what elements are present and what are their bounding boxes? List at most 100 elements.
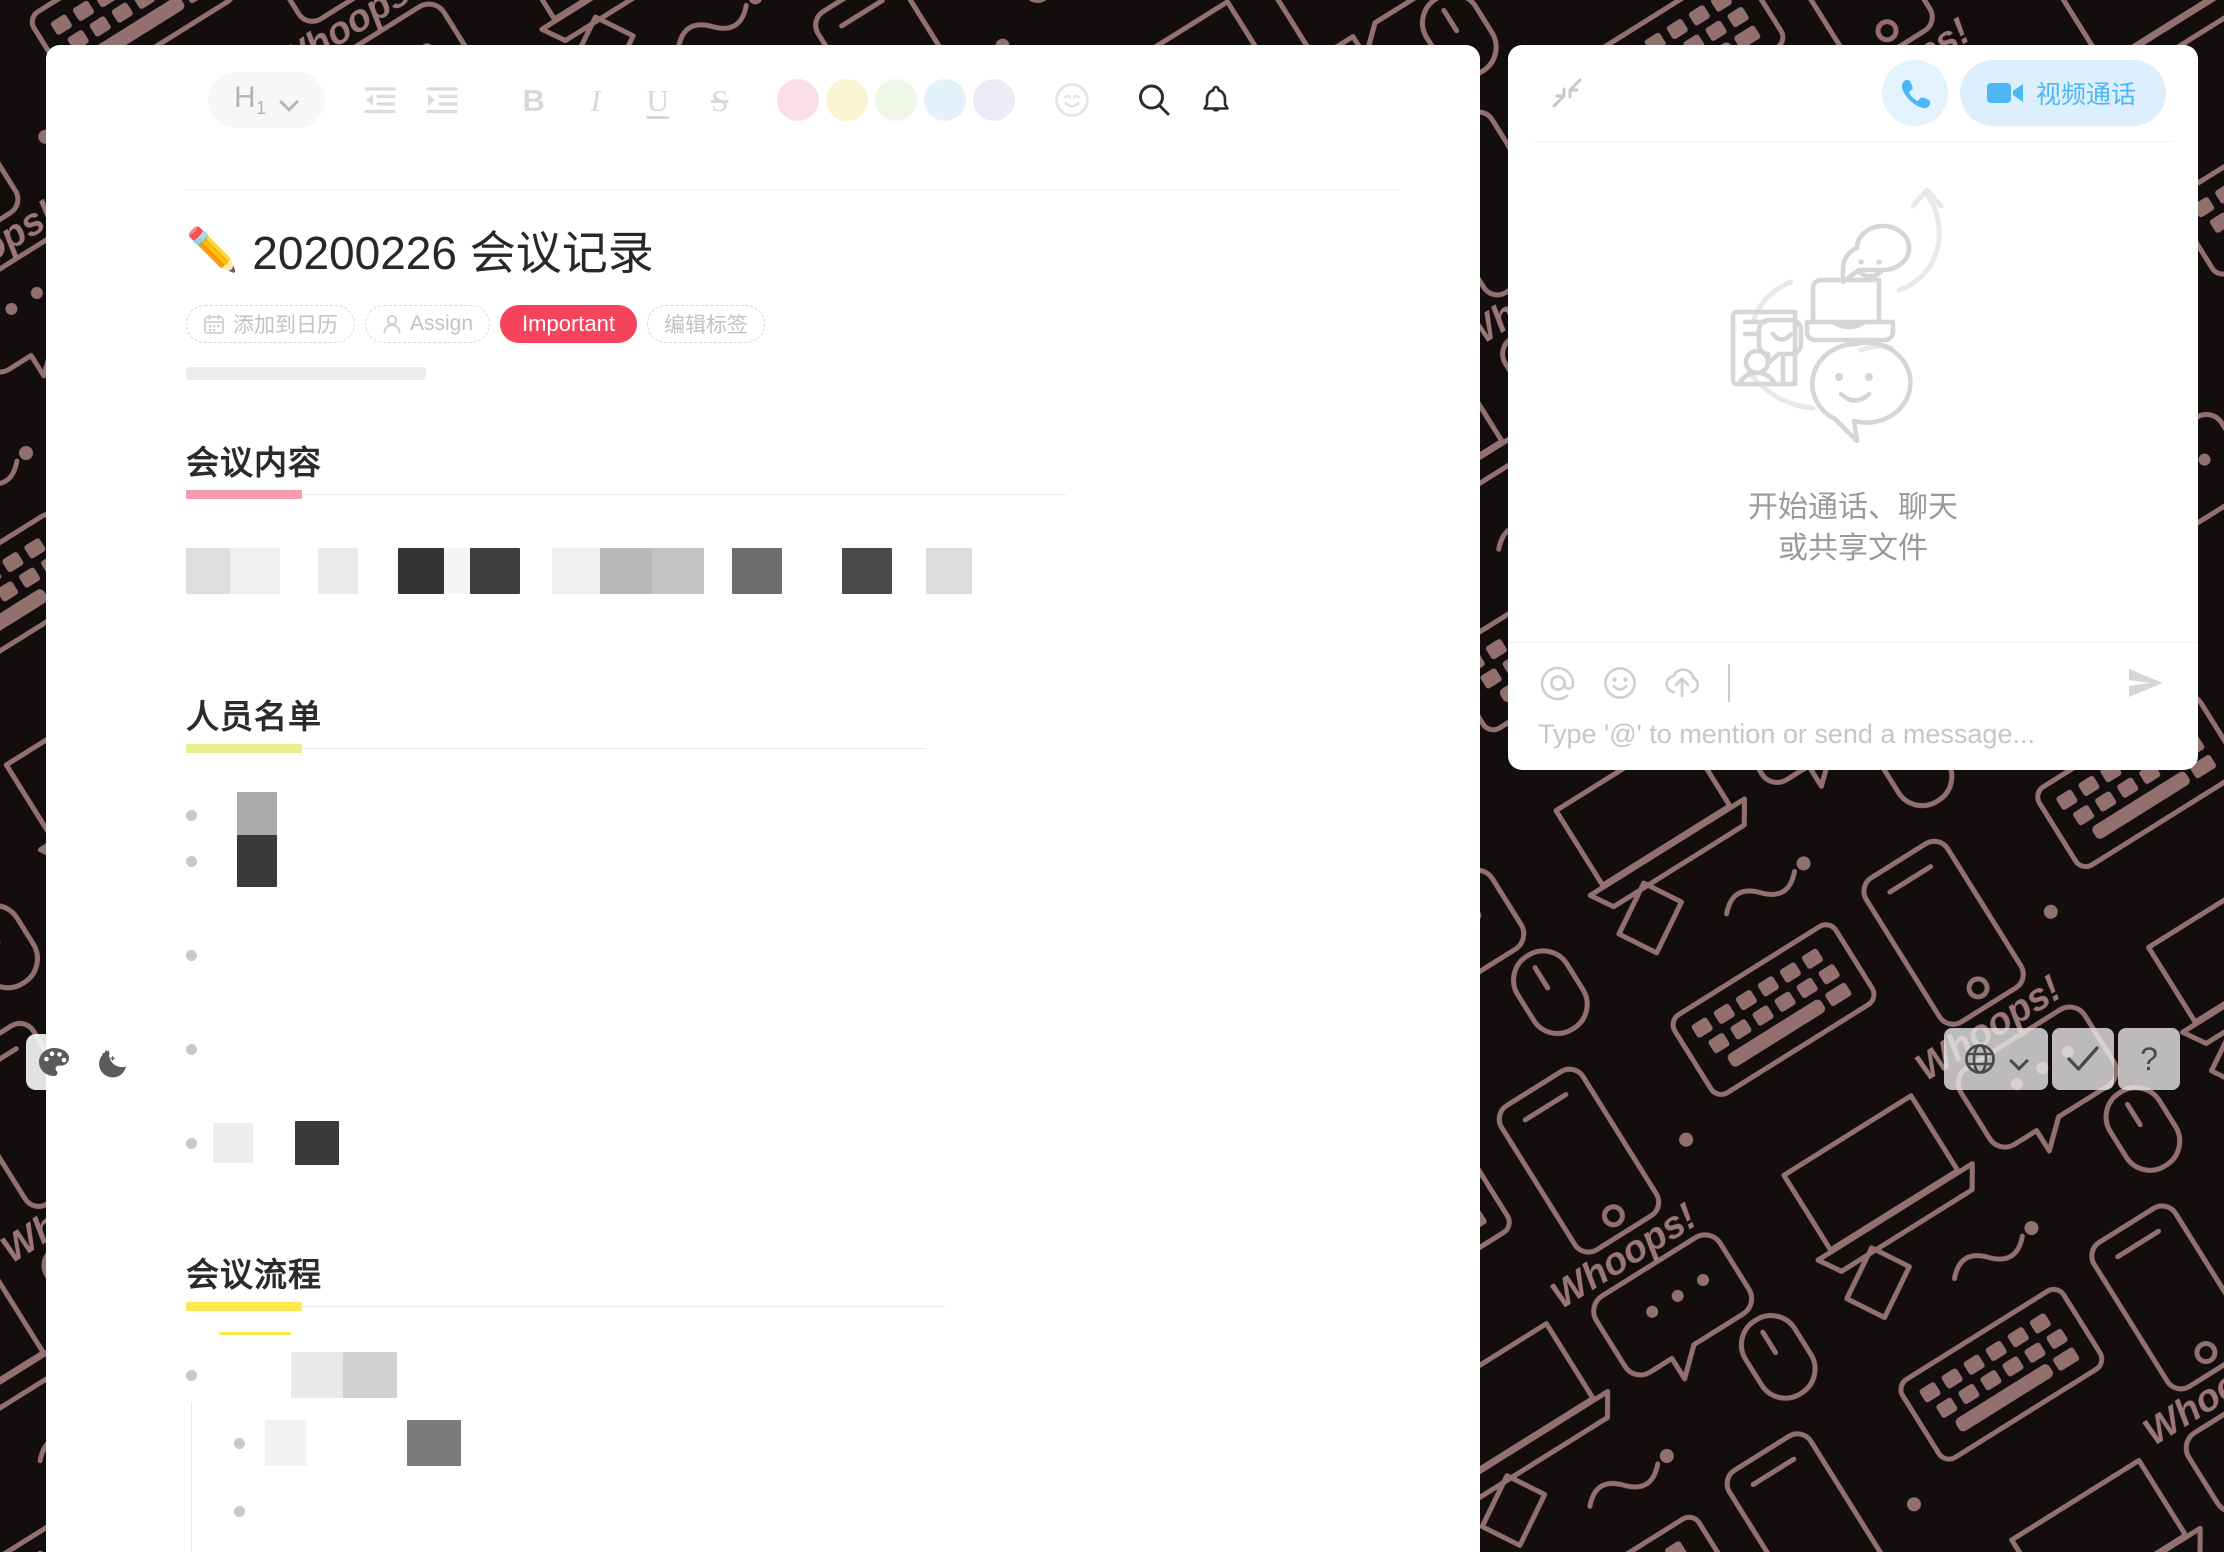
bold-button[interactable]: B: [503, 69, 565, 131]
person-icon: [383, 314, 401, 334]
edit-tags-label: 编辑标签: [663, 314, 748, 337]
redacted-subtitle-bar: [186, 367, 426, 380]
highlight-swatch-purple[interactable]: [972, 79, 1015, 121]
bullet-icon: [234, 1505, 245, 1517]
list-item[interactable]: [186, 932, 1480, 978]
highlight-swatch-yellow[interactable]: [825, 79, 868, 121]
redacted-block: [291, 1352, 343, 1398]
italic-label: I: [590, 82, 601, 118]
section-heading-attendee-list: 人员名单: [186, 698, 322, 735]
indent-button[interactable]: [411, 69, 473, 131]
dark-mode-button[interactable]: [86, 1034, 142, 1090]
outdent-button[interactable]: [349, 69, 411, 131]
video-call-button[interactable]: 视频通话: [1959, 59, 2166, 126]
mention-button[interactable]: [1538, 663, 1578, 703]
underline-button[interactable]: U: [627, 69, 689, 131]
tag-row: 添加到日历 Assign Important 编辑标签: [186, 305, 1480, 343]
highlight-swatch-pink[interactable]: [776, 79, 819, 121]
heading-level-selector[interactable]: H1: [208, 72, 325, 128]
add-to-calendar-label: 添加到日历: [233, 314, 338, 337]
section-highlight-yellow: [186, 1302, 302, 1311]
redacted-block: [237, 792, 277, 838]
emoji-button[interactable]: [1600, 663, 1640, 703]
emoji-button[interactable]: [1041, 69, 1103, 131]
document-body[interactable]: ✏️ 20200226 会议记录 添加到日历 Assign Important …: [46, 155, 1480, 1552]
chat-input-toolbar: [1538, 661, 2168, 705]
list-item[interactable]: [186, 792, 1480, 838]
audio-call-button[interactable]: [1881, 59, 1948, 126]
search-button[interactable]: [1123, 69, 1185, 131]
collapse-panel-button[interactable]: [1544, 70, 1590, 116]
agenda-bullet-list: [186, 1332, 1480, 1552]
add-to-calendar-tag[interactable]: 添加到日历: [186, 305, 355, 343]
highlight-swatch-green[interactable]: [874, 79, 917, 121]
search-icon: [1138, 84, 1170, 116]
section-highlight-lime: [186, 744, 302, 753]
section-meeting-agenda: 会议流程: [186, 1248, 1480, 1552]
redacted-block: [265, 1420, 307, 1466]
redacted-block: [444, 548, 470, 594]
strikethrough-button[interactable]: S: [689, 69, 751, 131]
page-title[interactable]: ✏️ 20200226 会议记录: [186, 217, 1480, 283]
section-rule: [186, 494, 1066, 495]
chat-header: 视频通话: [1508, 45, 2198, 142]
list-item[interactable]: [186, 1026, 1480, 1072]
section-highlight-pink: [186, 490, 302, 499]
list-item[interactable]: [186, 1486, 1480, 1536]
redacted-block: [407, 1420, 461, 1466]
page-title-text: 20200226 会议记录: [252, 227, 654, 279]
bullet-icon: [186, 1137, 197, 1149]
italic-button[interactable]: I: [565, 69, 627, 131]
at-icon: [1540, 666, 1575, 701]
calendar-icon: [204, 314, 224, 334]
palette-icon: [39, 1048, 69, 1076]
redacted-paragraph: [186, 548, 1480, 594]
chat-input-area[interactable]: Type '@' to mention or send a message...: [1508, 642, 2198, 770]
edit-tags-tag[interactable]: 编辑标签: [646, 305, 765, 343]
redacted-block: [186, 548, 230, 594]
list-item[interactable]: [186, 1332, 1480, 1400]
assign-tag[interactable]: Assign: [365, 305, 491, 343]
redacted-block: [652, 548, 704, 594]
redacted-underline: [219, 1332, 291, 1335]
list-item[interactable]: [186, 1120, 1480, 1166]
chat-empty-line-2: 或共享文件: [1778, 531, 1928, 565]
editor-toolbar: H1 B I U S: [46, 45, 1480, 190]
chevron-down-icon: [281, 95, 299, 106]
language-button[interactable]: [1944, 1028, 2048, 1090]
important-tag[interactable]: Important: [500, 305, 637, 343]
bold-label: B: [522, 82, 545, 118]
notifications-button[interactable]: [1185, 69, 1247, 131]
message-input-placeholder[interactable]: Type '@' to mention or send a message...: [1538, 719, 2168, 750]
redacted-block: [552, 548, 600, 594]
upload-file-button[interactable]: [1662, 663, 1702, 703]
help-button[interactable]: ?: [2118, 1028, 2180, 1090]
bell-icon: [1202, 85, 1229, 112]
list-item[interactable]: [186, 1418, 1480, 1468]
section-meeting-content: 会议内容: [186, 436, 1480, 594]
section-heading-meeting-content: 会议内容: [186, 444, 322, 481]
globe-icon: [1965, 1044, 1995, 1074]
redacted-block: [600, 548, 652, 594]
chat-empty-text: 开始通话、聊天 或共享文件: [1748, 488, 1958, 569]
theme-palette-button[interactable]: [26, 1034, 82, 1090]
heading-level-label: H1: [234, 81, 267, 118]
list-item[interactable]: [186, 835, 1480, 887]
redacted-block: [398, 548, 444, 594]
chat-devices-illustration: [1730, 187, 1944, 444]
highlight-swatches: [776, 79, 1019, 121]
video-call-label: 视频通话: [2035, 80, 2136, 109]
confirm-button[interactable]: [2052, 1028, 2114, 1090]
redacted-block: [470, 548, 520, 594]
highlight-swatch-blue[interactable]: [923, 79, 966, 121]
section-attendee-list: 人员名单: [186, 690, 1480, 1166]
chevron-down-icon: [2011, 1054, 2029, 1065]
send-icon: [2129, 669, 2163, 697]
moon-icon: [99, 1049, 126, 1078]
chat-empty-line-1: 开始通话、聊天: [1748, 491, 1958, 524]
section-heading-meeting-agenda: 会议流程: [186, 1256, 322, 1293]
emoji-icon: [1054, 83, 1089, 117]
redacted-block: [343, 1352, 397, 1398]
send-message-button[interactable]: [2124, 661, 2168, 705]
check-icon: [2067, 1046, 2099, 1071]
